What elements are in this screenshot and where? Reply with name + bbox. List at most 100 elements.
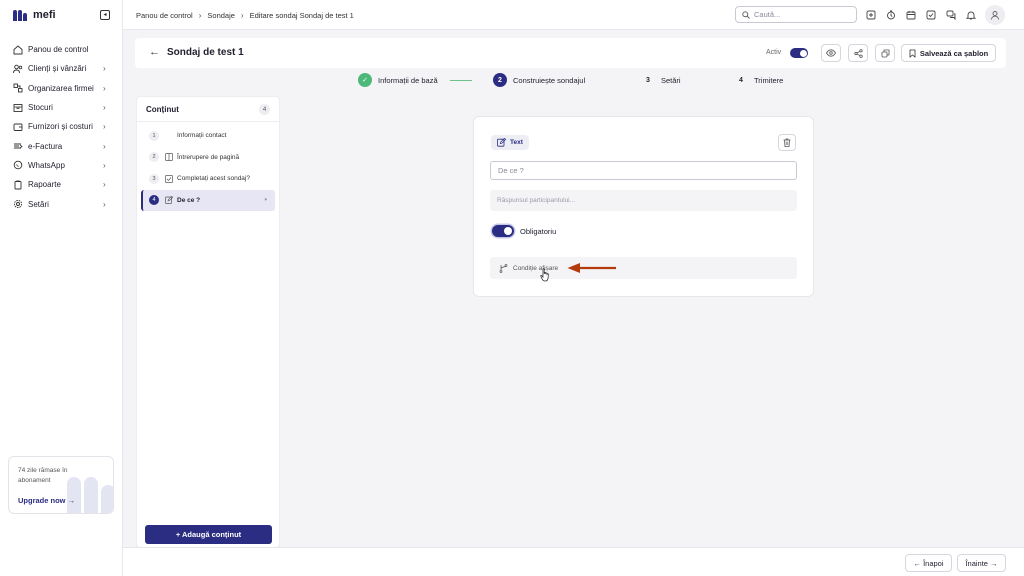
- item-number: 2: [149, 152, 159, 162]
- chevron-right-icon: ›: [103, 64, 106, 74]
- breadcrumb: Panou de control › Sondaje › Editare son…: [136, 11, 354, 20]
- search-box[interactable]: [735, 6, 857, 23]
- step-informatii[interactable]: ✓ Informații de bază: [358, 73, 438, 87]
- org-icon: [13, 83, 23, 93]
- save-template-button[interactable]: Salvează ca șablon: [901, 44, 996, 62]
- sidebar-item-organizarea[interactable]: Organizarea firmei ›: [0, 79, 123, 98]
- step-label: Setări: [661, 75, 681, 85]
- breadcrumb-separator: ›: [240, 11, 244, 20]
- content-item-contact[interactable]: 1 Informații contact: [141, 125, 275, 146]
- breadcrumb-current: Editare sondaj Sondaj de test 1: [249, 11, 354, 20]
- sidebar-item-whatsapp[interactable]: WhatsApp ›: [0, 156, 123, 175]
- share-button[interactable]: [848, 44, 868, 62]
- collapse-sidebar-icon[interactable]: ◂: [100, 10, 110, 20]
- chevron-right-icon: ›: [103, 83, 106, 93]
- sidebar-item-furnizori[interactable]: Furnizori și costuri ›: [0, 117, 123, 136]
- sidebar-item-efactura[interactable]: e-Factura ›: [0, 136, 123, 155]
- sidebar-item-setari[interactable]: Setări ›: [0, 194, 123, 213]
- chevron-right-icon: ›: [103, 199, 106, 209]
- top-bar: Panou de control › Sondaje › Editare son…: [123, 0, 1024, 30]
- logo-text: mefi: [33, 9, 56, 21]
- sidebar: mefi ◂ Panou de control Clienți și vânză…: [0, 0, 123, 576]
- chat-icon[interactable]: [945, 9, 956, 20]
- upgrade-card: 74 zile rămase în abonament Upgrade now …: [8, 456, 114, 514]
- sidebar-item-stocuri[interactable]: Stocuri ›: [0, 98, 123, 117]
- back-arrow-icon[interactable]: ←: [149, 47, 160, 58]
- breadcrumb-separator: ›: [198, 11, 202, 20]
- calendar-icon[interactable]: [905, 9, 916, 20]
- search-icon: [742, 10, 750, 19]
- add-icon[interactable]: [865, 9, 876, 20]
- box-icon: [13, 103, 23, 113]
- back-button[interactable]: ← Înapoi: [905, 554, 952, 572]
- preview-button[interactable]: [821, 44, 841, 62]
- question-type-label: Text: [510, 139, 523, 146]
- item-label: Întrerupere de pagină: [177, 153, 240, 161]
- sidebar-item-rapoarte[interactable]: Rapoarte ›: [0, 175, 123, 194]
- display-condition-label: Condiție afișare: [513, 264, 559, 272]
- step-label: Informații de bază: [378, 75, 438, 85]
- eye-icon: [826, 49, 836, 57]
- active-toggle[interactable]: [790, 48, 808, 58]
- content-panel-title: Conținut: [146, 104, 179, 114]
- content-item-page-break[interactable]: 2 Întrerupere de pagină: [141, 147, 275, 168]
- breadcrumb-item[interactable]: Sondaje: [207, 11, 235, 20]
- breadcrumb-item[interactable]: Panou de control: [136, 11, 193, 20]
- users-icon: [13, 64, 23, 74]
- question-type-badge[interactable]: Text: [491, 135, 529, 150]
- step-setari[interactable]: 3 Setări: [641, 73, 681, 87]
- content-panel: Conținut 4 1 Informații contact 2 Întrer…: [136, 96, 280, 548]
- home-icon: [13, 45, 23, 55]
- sidebar-item-label: Clienți și vânzări: [28, 64, 87, 74]
- page-title: Sondaj de test 1: [167, 47, 244, 58]
- chevron-right-icon: ›: [103, 160, 106, 170]
- sidebar-item-clienti[interactable]: Clienți și vânzări ›: [0, 59, 123, 78]
- step-number: 3: [646, 76, 650, 84]
- active-label: Activ: [766, 49, 782, 56]
- step-construieste[interactable]: 2 Construiește sondajul: [493, 73, 585, 87]
- step-check-icon: ✓: [358, 73, 372, 87]
- chevron-right-icon: ›: [103, 141, 106, 151]
- wizard-footer: ← Înapoi Înainte →: [123, 547, 1024, 576]
- sidebar-item-label: Setări: [28, 199, 49, 209]
- checkbox-icon: [164, 174, 173, 183]
- duplicate-button[interactable]: [875, 44, 895, 62]
- tasks-icon[interactable]: [925, 9, 936, 20]
- whatsapp-icon: [13, 160, 23, 170]
- delete-question-button[interactable]: [778, 134, 796, 151]
- step-number: 4: [739, 76, 743, 84]
- question-text-input[interactable]: De ce ?: [490, 161, 797, 180]
- step-trimitere[interactable]: 4 Trimitere: [734, 73, 783, 87]
- required-toggle[interactable]: [492, 225, 514, 237]
- subscription-days-text: 74 zile rămase în abonament: [18, 467, 68, 484]
- content-item-completati[interactable]: 3 Completați acest sondaj?: [141, 168, 275, 189]
- share-icon: [853, 48, 863, 58]
- contact-icon: [164, 131, 173, 140]
- chevron-down-icon[interactable]: ▾: [264, 197, 267, 203]
- upgrade-now-link[interactable]: Upgrade now →: [18, 496, 75, 505]
- sidebar-item-label: Panou de control: [28, 45, 89, 55]
- item-label: De ce ?: [177, 196, 201, 204]
- logo[interactable]: mefi: [13, 9, 56, 21]
- user-avatar[interactable]: [985, 5, 1005, 25]
- add-content-button[interactable]: + Adaugă conținut: [145, 525, 272, 544]
- sidebar-item-label: WhatsApp: [28, 160, 65, 170]
- annotation-arrow-icon: [567, 263, 616, 273]
- sidebar-item-label: Furnizori și costuri: [28, 122, 93, 132]
- search-input[interactable]: [754, 10, 850, 19]
- timer-icon[interactable]: [885, 9, 896, 20]
- bell-icon[interactable]: [965, 9, 976, 20]
- sidebar-item-panou[interactable]: Panou de control: [0, 40, 123, 59]
- wallet-icon: [13, 122, 23, 132]
- step-connector: [450, 80, 472, 81]
- item-number: 3: [149, 173, 159, 184]
- trash-icon: [783, 138, 791, 147]
- user-icon: [991, 11, 999, 20]
- display-condition-button[interactable]: Condiție afișare: [490, 257, 797, 279]
- required-label: Obligatoriu: [520, 226, 557, 236]
- content-item-de-ce[interactable]: 4 De ce ? ▾: [141, 189, 275, 211]
- question-card: Text De ce ? Răspunsul participantului..…: [473, 116, 814, 297]
- item-label: Completați acest sondaj?: [177, 175, 250, 182]
- next-button[interactable]: Înainte →: [957, 554, 1006, 572]
- chevron-right-icon: ›: [103, 180, 106, 190]
